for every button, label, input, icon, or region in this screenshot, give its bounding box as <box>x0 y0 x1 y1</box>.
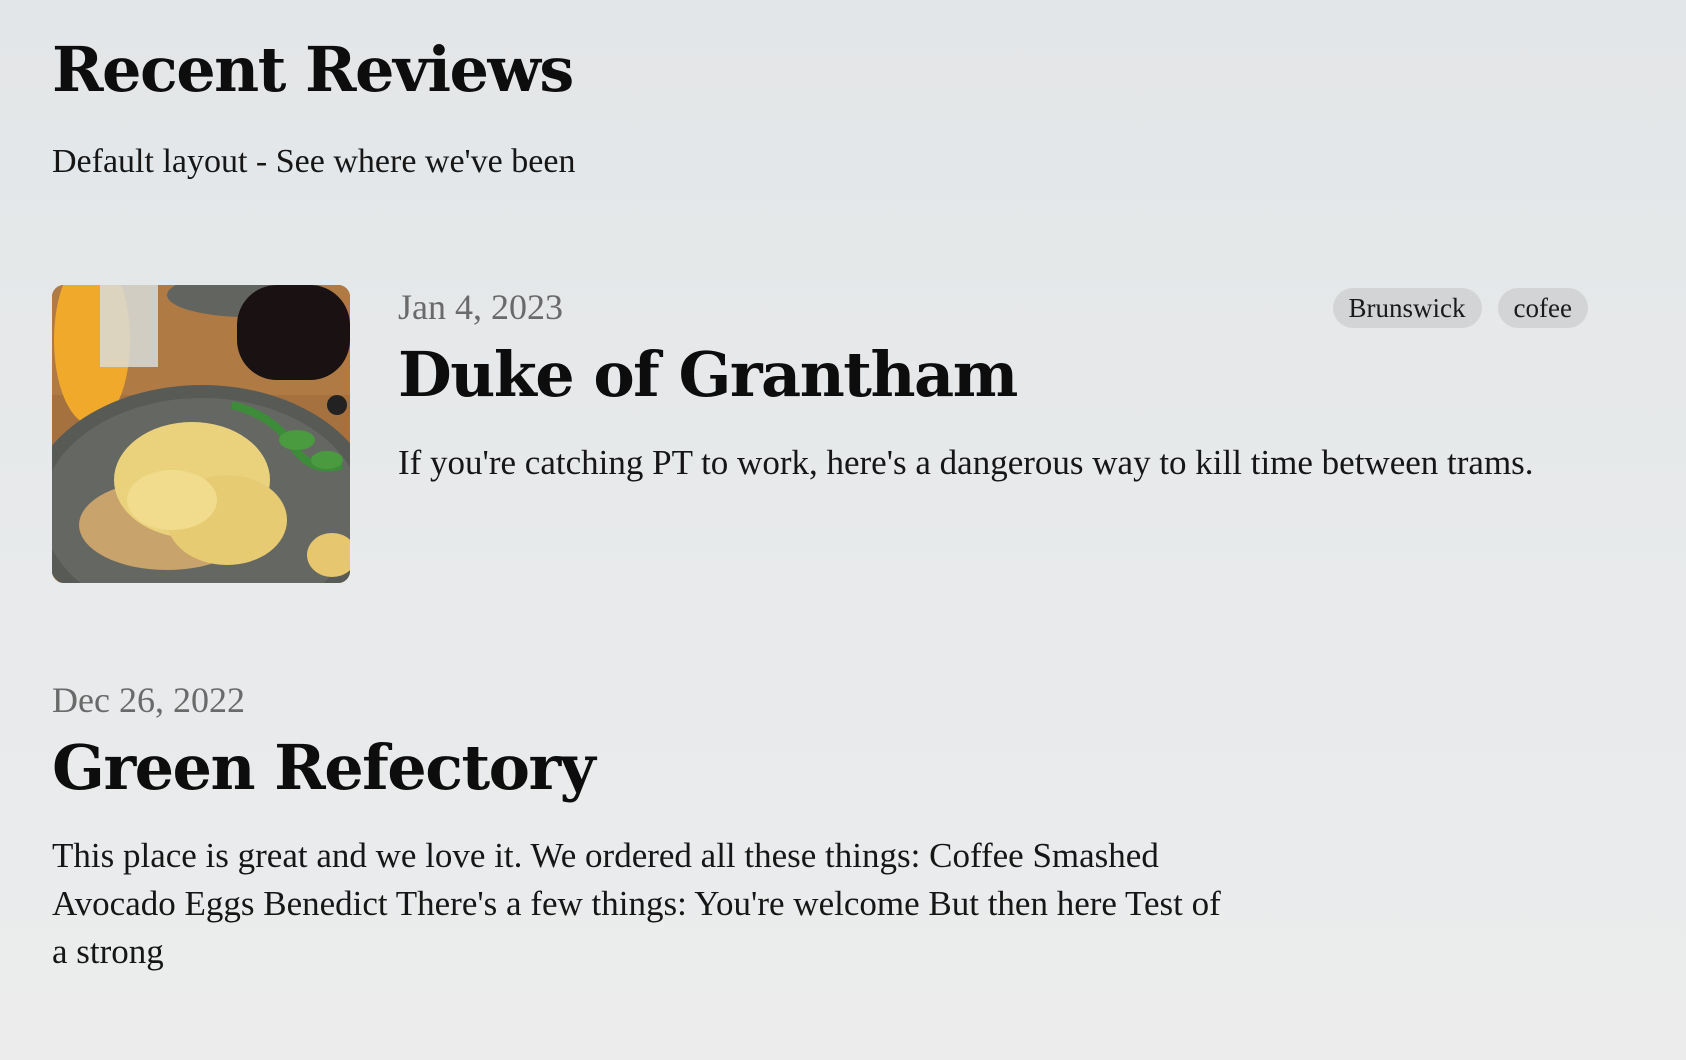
page-title: Recent Reviews <box>52 33 574 106</box>
reviews-page: Recent Reviews Default layout - See wher… <box>52 30 1592 971</box>
review-title-link[interactable]: Duke of Grantham <box>398 337 1588 413</box>
review-date: Dec 26, 2022 <box>52 680 245 720</box>
page-subtitle: Default layout - See where we've been <box>52 143 576 180</box>
review-thumbnail-image[interactable] <box>52 285 350 583</box>
review-title-link[interactable]: Green Refectory <box>52 730 1592 806</box>
review-card[interactable]: Jan 4, 2023 Duke of Grantham If you're c… <box>52 285 1589 585</box>
review-body: Jan 4, 2023 Duke of Grantham If you're c… <box>398 285 1588 487</box>
food-photo-icon <box>52 285 350 583</box>
review-excerpt: This place is great and we love it. We o… <box>52 836 1221 971</box>
review-card[interactable]: Dec 26, 2022 Green Refectory This place … <box>52 678 1592 976</box>
tag-list: Brunswick cofee <box>1332 288 1588 328</box>
review-excerpt: If you're catching PT to work, here's a … <box>398 443 1534 482</box>
tag-brunswick[interactable]: Brunswick <box>1332 288 1482 328</box>
tag-cofee[interactable]: cofee <box>1497 288 1588 328</box>
